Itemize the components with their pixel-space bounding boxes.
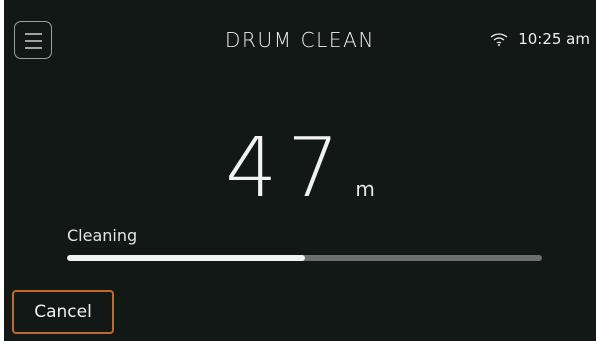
progress-bar xyxy=(67,255,542,261)
progress-label: Cleaning xyxy=(67,226,138,245)
remaining-time: 47 m xyxy=(4,128,596,210)
drum-clean-screen: DRUM CLEAN 10:25 am 47 m Cleaning Cancel xyxy=(4,0,596,341)
status-area: 10:25 am xyxy=(490,30,590,48)
remaining-time-value: 47 xyxy=(225,121,350,216)
remaining-time-unit: m xyxy=(355,177,375,201)
cancel-button[interactable]: Cancel xyxy=(12,290,114,334)
wifi-icon xyxy=(490,33,508,46)
progress-bar-fill xyxy=(67,255,305,261)
cancel-button-label: Cancel xyxy=(34,302,92,322)
clock-time: 10:25 am xyxy=(518,30,590,48)
